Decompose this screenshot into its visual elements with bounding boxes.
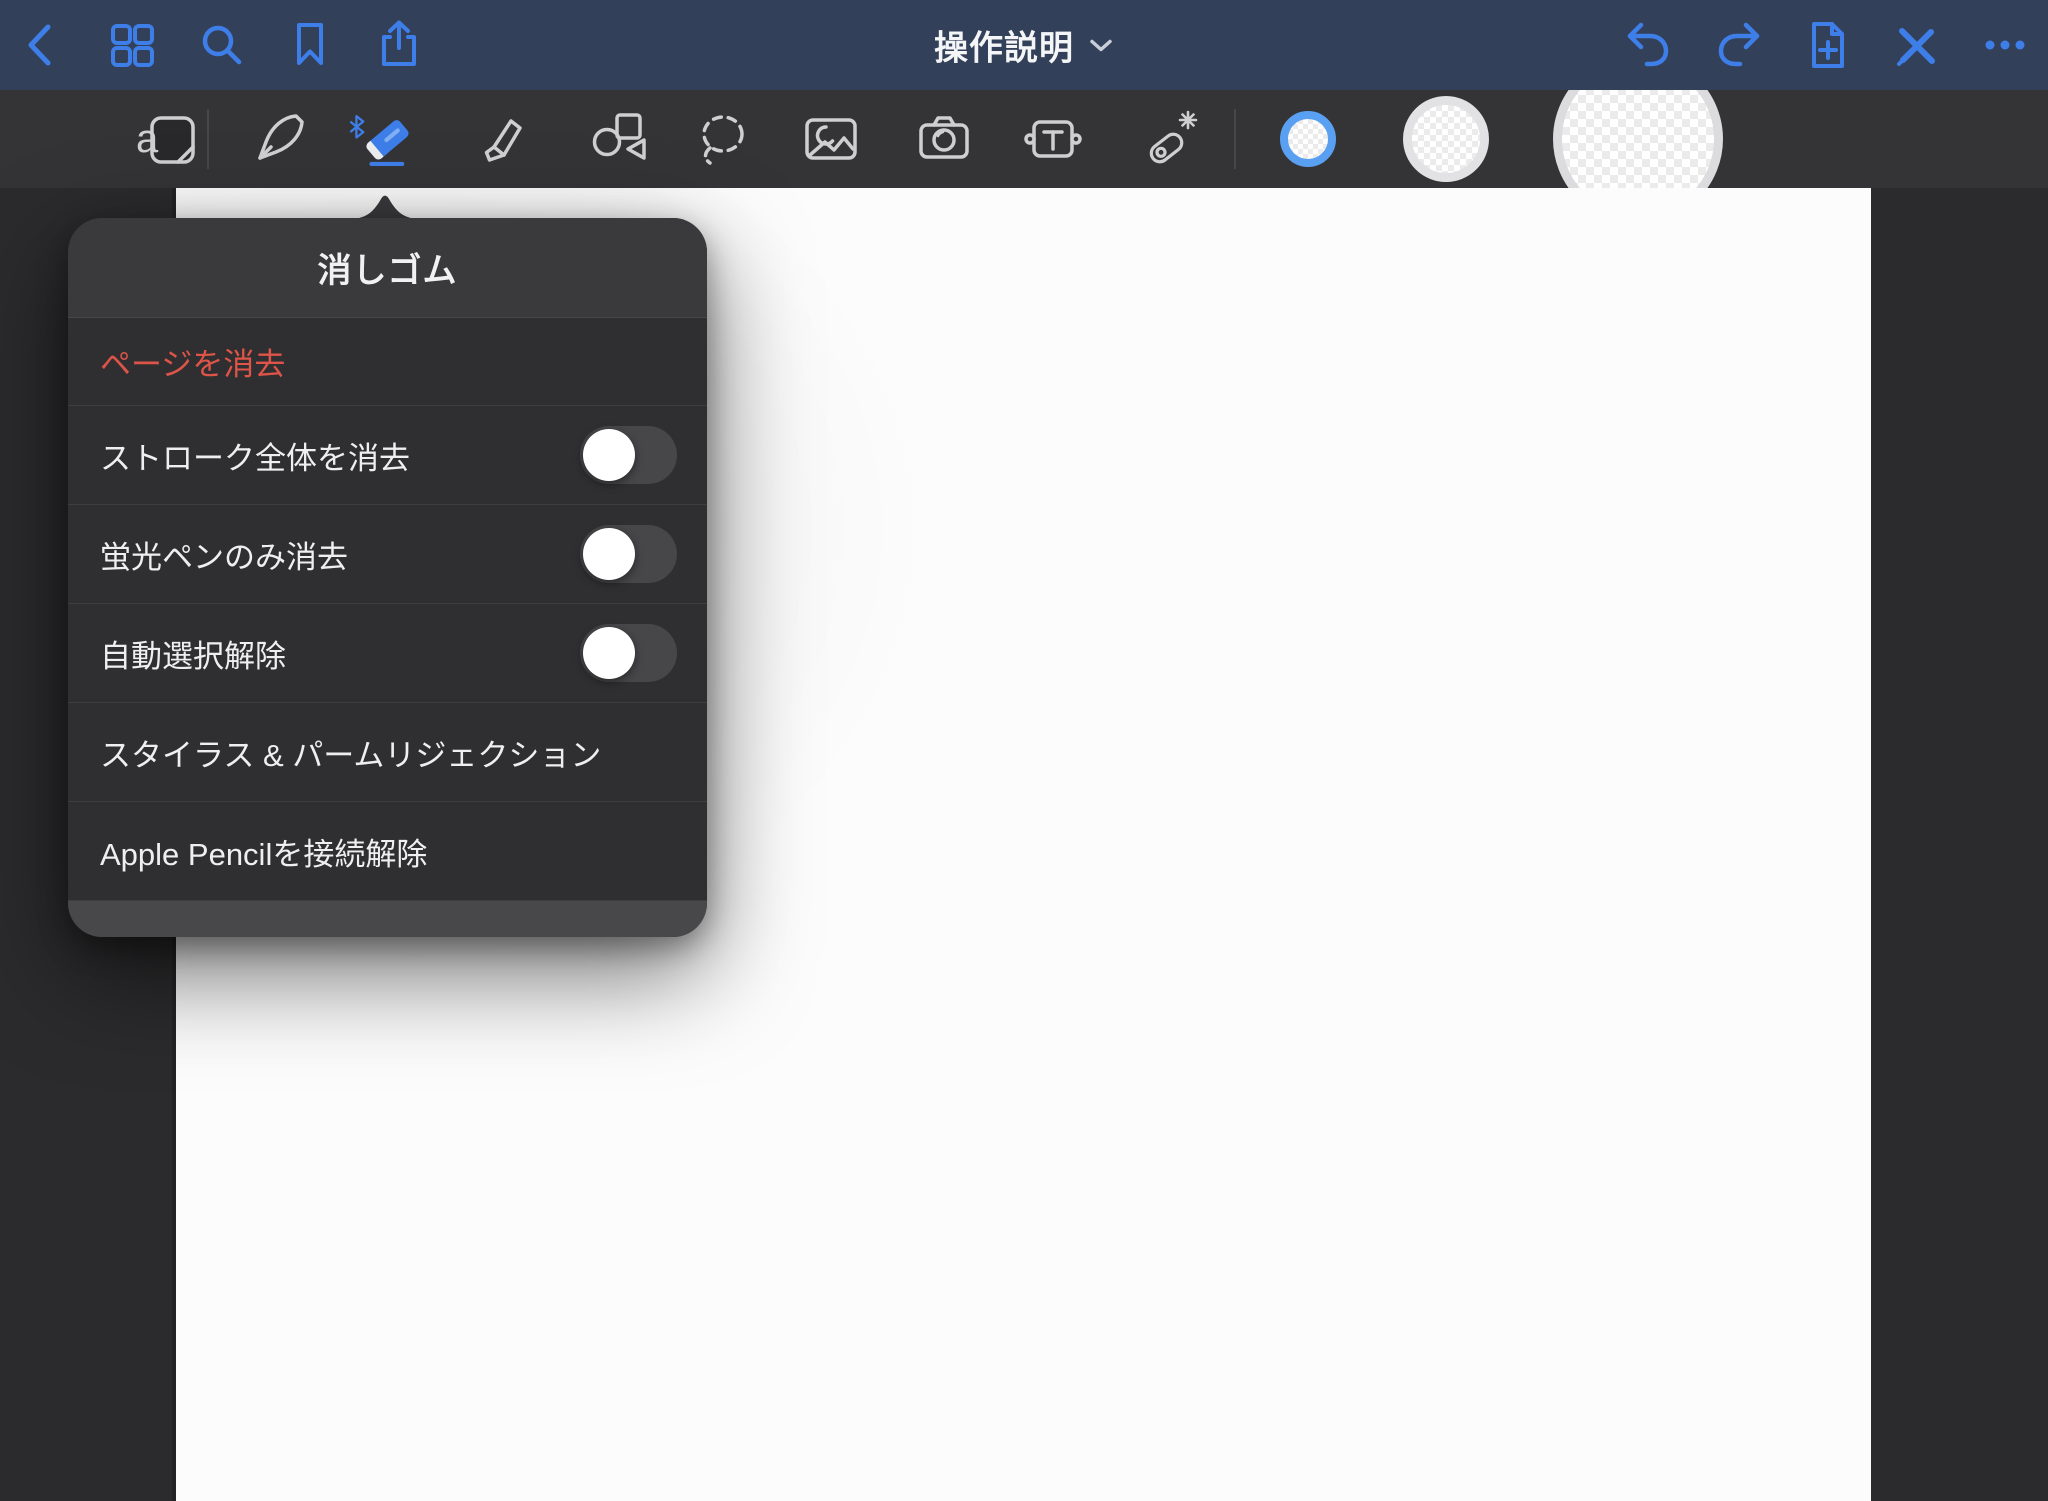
undo-icon [1621, 17, 1677, 73]
menu-item-erase-page[interactable]: ページを消去 [68, 318, 707, 406]
menu-item-label: スタイラス & パームリジェクション [100, 730, 601, 775]
toggle-erase-highlighter-only[interactable] [580, 525, 677, 583]
toggle-erase-entire-stroke[interactable] [580, 426, 677, 484]
back-icon [15, 17, 71, 73]
pen-tool[interactable] [244, 98, 314, 180]
menu-item-disconnect-apple-pencil[interactable]: Apple Pencilを接続解除 [68, 802, 707, 901]
camera-tool[interactable] [909, 98, 979, 180]
toolbar: a [0, 90, 2048, 188]
menu-item-label: ストローク全体を消去 [100, 433, 410, 478]
highlighter-tool[interactable] [463, 98, 533, 180]
stylus-disabled-icon [1888, 17, 1944, 73]
stylus-disabled-button[interactable] [1888, 17, 1944, 73]
menu-item-auto-deselect[interactable]: 自動選択解除 [68, 604, 707, 703]
toggle-knob [583, 627, 635, 679]
eraser-size-large[interactable] [1553, 90, 1723, 188]
text-tool[interactable] [1018, 98, 1088, 180]
toolbar-divider [207, 109, 209, 169]
camera-icon [912, 107, 976, 171]
highlighter-icon [466, 107, 530, 171]
document-title[interactable]: 操作説明 [934, 21, 1114, 70]
document-title-label: 操作説明 [934, 21, 1074, 70]
navbar-right-group [1621, 17, 2048, 73]
eraser-size-medium[interactable] [1403, 96, 1489, 182]
menu-item-label: 自動選択解除 [100, 631, 286, 676]
text-tool-icon [1021, 107, 1085, 171]
toggle-knob [583, 528, 635, 580]
eraser-tool[interactable] [345, 98, 415, 180]
navbar: 操作説明 [0, 0, 2048, 90]
menu-item-label: Apple Pencilを接続解除 [100, 829, 427, 874]
menu-item-stylus-palm-rejection[interactable]: スタイラス & パームリジェクション [68, 703, 707, 802]
add-page-button[interactable] [1799, 17, 1855, 73]
redo-button[interactable] [1710, 17, 1766, 73]
menu-item-erase-highlighter-only[interactable]: 蛍光ペンのみ消去 [68, 505, 707, 604]
popover-title-label: 消しゴム [318, 243, 458, 292]
toggle-knob [583, 429, 635, 481]
more-button[interactable] [1977, 17, 2033, 73]
back-button[interactable] [15, 17, 71, 73]
toolbar-divider [1234, 109, 1236, 169]
shapes-icon [586, 107, 650, 171]
pen-icon [247, 107, 311, 171]
bookmark-icon [282, 17, 338, 73]
menu-item-label: 蛍光ペンのみ消去 [100, 532, 348, 577]
popover-title: 消しゴム [68, 218, 707, 318]
bluetooth-icon [351, 116, 363, 137]
shapes-tool[interactable] [583, 98, 653, 180]
lasso-icon [690, 107, 754, 171]
svg-text:a: a [136, 117, 159, 161]
popover-arrow [349, 191, 421, 219]
bookmark-button[interactable] [282, 17, 338, 73]
undo-button[interactable] [1621, 17, 1677, 73]
thumbnails-button[interactable] [104, 17, 160, 73]
more-icon [1977, 17, 2033, 73]
eraser-size-small[interactable] [1280, 111, 1336, 167]
eraser-icon [345, 99, 415, 179]
navbar-left-group [0, 17, 427, 73]
search-icon [193, 17, 249, 73]
toggle-auto-deselect[interactable] [580, 624, 677, 682]
menu-item-label: ページを消去 [100, 339, 285, 384]
eraser-popover: 消しゴム ページを消去 ストローク全体を消去 蛍光ペンのみ消去 自動選択解除 ス… [68, 218, 707, 937]
laser-pointer-tool[interactable] [1134, 98, 1204, 180]
chevron-down-icon [1088, 37, 1114, 53]
menu-item-erase-entire-stroke[interactable]: ストローク全体を消去 [68, 406, 707, 505]
zoom-window-icon: a [136, 107, 200, 171]
laser-pointer-icon [1137, 107, 1201, 171]
thumbnails-icon [104, 17, 160, 73]
redo-icon [1710, 17, 1766, 73]
share-button[interactable] [371, 17, 427, 73]
zoom-window-tool[interactable]: a [133, 98, 203, 180]
share-icon [371, 17, 427, 73]
search-button[interactable] [193, 17, 249, 73]
image-icon [799, 107, 863, 171]
add-page-icon [1799, 17, 1855, 73]
image-tool[interactable] [796, 98, 866, 180]
app-window: 操作説明 a [0, 0, 2048, 1501]
popover-footer-strip [68, 901, 707, 937]
lasso-tool[interactable] [687, 98, 757, 180]
